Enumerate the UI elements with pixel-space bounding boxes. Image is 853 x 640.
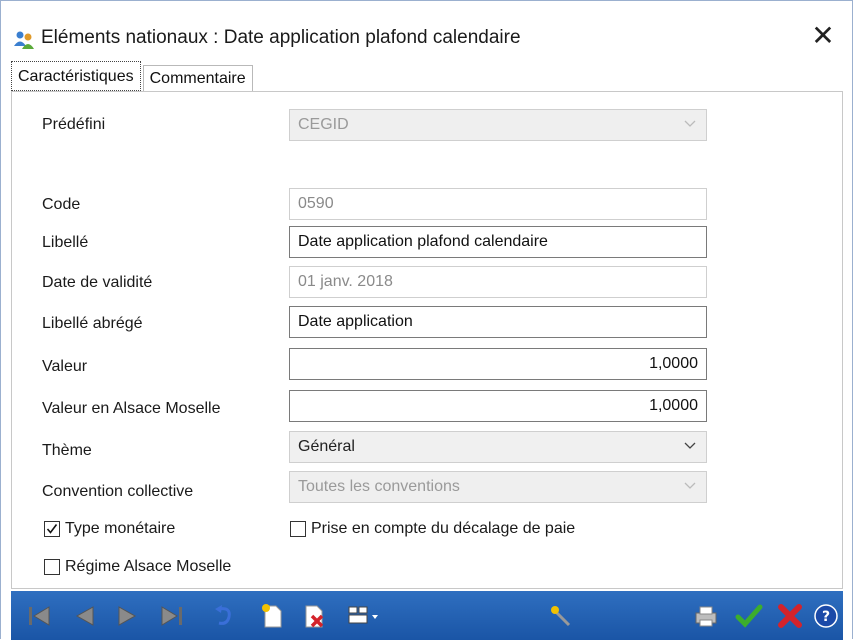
chevron-down-icon [684,120,696,127]
magic-icon[interactable] [547,601,577,631]
valeur-alsace-field[interactable]: 1,0000 [289,390,707,422]
users-icon [14,31,34,49]
title-bar: Eléments nationaux : Date application pl… [1,1,852,61]
chevron-down-icon [684,442,696,449]
type-monetaire-label: Type monétaire [65,520,176,537]
valeur-alsace-label: Valeur en Alsace Moselle [42,400,221,417]
close-button[interactable]: ✕ [810,22,836,50]
regime-alsace-label: Régime Alsace Moselle [65,558,232,575]
checkbox-box [290,521,306,537]
tab-commentaire[interactable]: Commentaire [142,65,253,91]
convention-label: Convention collective [42,483,194,500]
checkbox-box [44,521,60,537]
theme-value: Général [298,438,355,455]
undo-icon[interactable] [209,601,239,631]
predefini-select[interactable]: CEGID [289,109,707,141]
delete-icon[interactable] [299,601,329,631]
next-icon[interactable] [113,601,143,631]
code-field[interactable]: 0590 [289,188,707,220]
valeur-field[interactable]: 1,0000 [289,348,707,380]
convention-value: Toutes les conventions [298,478,460,495]
libelle-label: Libellé [42,234,89,251]
tab-strip: Caractéristiques Commentaire [11,61,253,93]
predefini-label: Prédéfini [42,116,106,133]
checkbox-box [44,559,60,575]
print-icon[interactable] [691,601,721,631]
date-validite-field[interactable]: 01 janv. 2018 [289,266,707,298]
cancel-icon[interactable] [775,601,805,631]
validate-icon[interactable] [734,601,764,631]
help-icon[interactable]: ? [811,601,841,631]
predefini-value: CEGID [298,116,349,133]
regime-alsace-checkbox[interactable]: Régime Alsace Moselle [44,558,231,576]
libelle-abrege-field[interactable]: Date application [289,306,707,338]
type-monetaire-checkbox[interactable]: Type monétaire [44,520,175,538]
date-validite-label: Date de validité [42,274,153,291]
theme-select[interactable]: Général [289,431,707,463]
dialog-window: Eléments nationaux : Date application pl… [0,0,853,640]
code-label: Code [42,196,81,213]
first-icon[interactable] [25,601,55,631]
check-icon [46,524,58,534]
convention-select[interactable]: Toutes les conventions [289,471,707,503]
bottom-toolbar: ? [11,591,843,640]
form-menu-icon[interactable] [345,601,387,631]
form-panel: Prédéfini CEGID Code 0590 Libellé Date a… [11,91,843,589]
window-title: Eléments nationaux : Date application pl… [41,27,521,48]
svg-text:?: ? [822,609,830,625]
previous-icon[interactable] [69,601,99,631]
last-icon[interactable] [157,601,187,631]
tab-caracteristiques[interactable]: Caractéristiques [11,61,141,91]
chevron-down-icon [684,482,696,489]
valeur-label: Valeur [42,358,88,375]
libelle-abrege-label: Libellé abrégé [42,315,143,332]
new-icon[interactable] [257,601,287,631]
libelle-field[interactable]: Date application plafond calendaire [289,226,707,258]
prise-en-compte-checkbox[interactable]: Prise en compte du décalage de paie [290,520,575,538]
theme-label: Thème [42,442,92,459]
prise-en-compte-label: Prise en compte du décalage de paie [311,520,576,537]
